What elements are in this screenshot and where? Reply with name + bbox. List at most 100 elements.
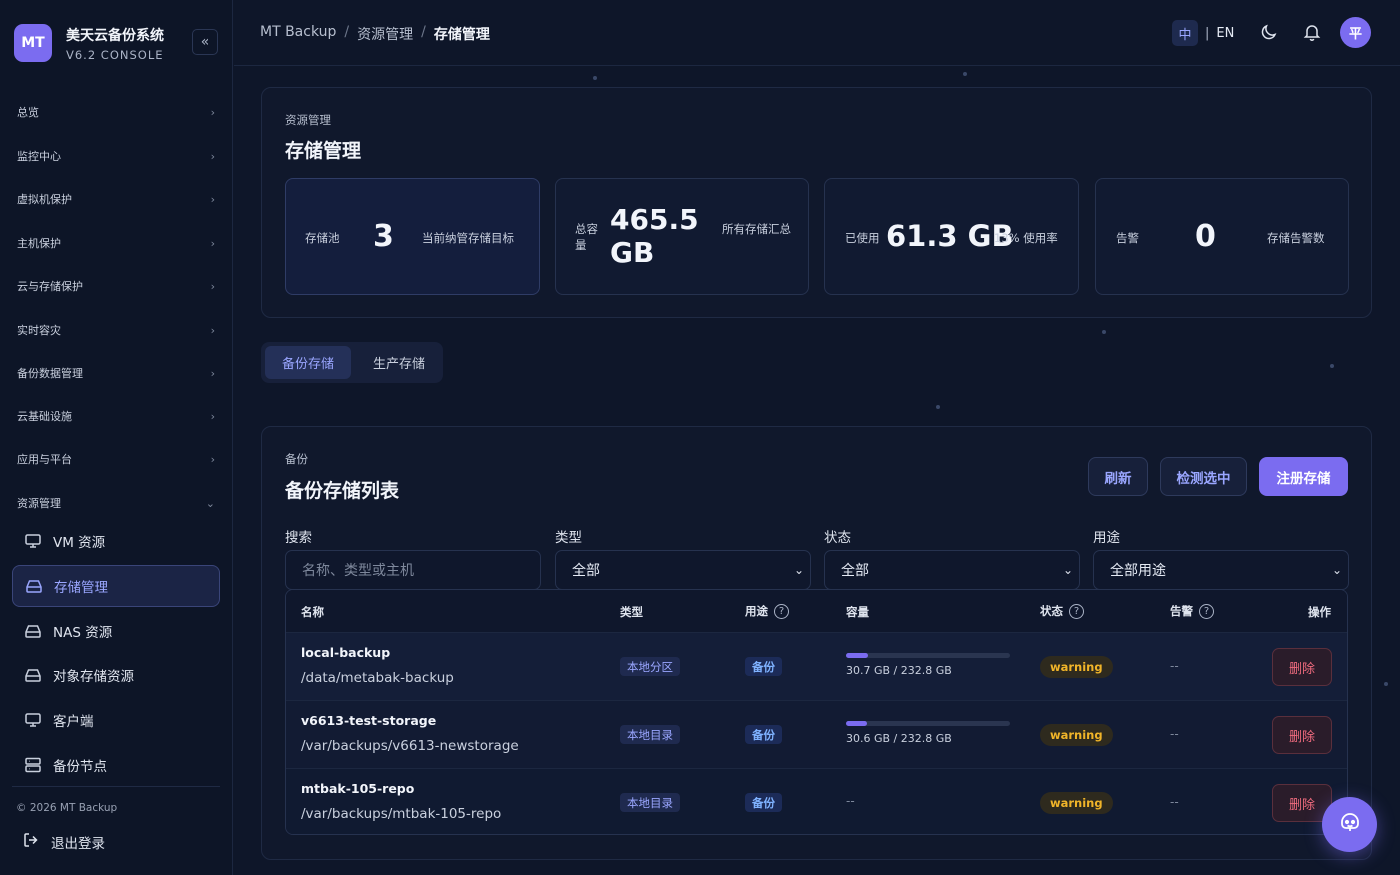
storage-path: /data/metabak-backup (301, 670, 454, 686)
column-name: 名称 (301, 605, 324, 619)
table-header: 名称 类型 用途? 容量 状态? 告警? 操作 (286, 590, 1347, 632)
server-icon (24, 756, 42, 774)
stat-card-pools: 存储池 3 当前纳管存储目标 (285, 178, 540, 295)
storage-name: local-backup (301, 645, 391, 660)
background-dot (1102, 330, 1106, 334)
capacity-bar (846, 653, 1010, 658)
table-row[interactable]: local-backup /data/metabak-backup 本地分区 备… (286, 632, 1347, 700)
nav-group-vm-protect[interactable]: 虚拟机保护 › (17, 187, 215, 211)
help-icon[interactable]: ? (1199, 603, 1214, 619)
sidebar-item-object-storage[interactable]: 对象存储资源 (12, 655, 220, 695)
background-dot (936, 405, 940, 409)
type-select[interactable]: 全部 ⌄ (555, 550, 811, 590)
background-dot (963, 72, 967, 76)
type-badge: 本地目录 (620, 793, 680, 812)
capacity-text: 30.6 GB / 232.8 GB (846, 732, 952, 745)
breadcrumb-resources[interactable]: 资源管理 (357, 24, 413, 44)
storage-tabs: 备份存储 生产存储 (261, 342, 443, 383)
status-filter-label: 状态 (824, 530, 851, 546)
logout-icon (22, 831, 40, 853)
delete-button[interactable]: 删除 (1272, 716, 1332, 754)
alert-value: -- (1170, 795, 1179, 809)
nav-group-backup-data[interactable]: 备份数据管理 › (17, 361, 215, 385)
brand-version: V6.2 CONSOLE (66, 47, 164, 62)
type-badge: 本地目录 (620, 725, 680, 744)
status-select[interactable]: 全部 ⌄ (824, 550, 1080, 590)
language-switch: 中 | EN (1172, 20, 1234, 46)
lang-en-button[interactable]: EN (1216, 26, 1234, 41)
sidebar-item-vm-resources[interactable]: VM 资源 (12, 521, 220, 561)
background-dot (1384, 682, 1388, 686)
chevron-down-icon: ⌄ (1062, 563, 1073, 577)
list-title: 备份存储列表 (285, 480, 400, 502)
status-badge: warning (1040, 656, 1113, 678)
top-header: MT Backup / 资源管理 / 存储管理 中 | EN 平 (234, 0, 1400, 66)
table-row[interactable]: v6613-test-storage /var/backups/v6613-ne… (286, 700, 1347, 768)
storage-name: mtbak-105-repo (301, 781, 415, 796)
stat-value: 0 (1195, 219, 1216, 254)
brand: MT 美天云备份系统 V6.2 CONSOLE (14, 24, 164, 62)
table-row[interactable]: mtbak-105-repo /var/backups/mtbak-105-re… (286, 768, 1347, 834)
capacity-cell: 30.6 GB / 232.8 GB (846, 721, 1010, 745)
column-status: 状态? (1040, 603, 1084, 619)
sidebar-item-clients[interactable]: 客户端 (12, 700, 220, 740)
usage-filter-label: 用途 (1093, 530, 1120, 546)
usage-select[interactable]: 全部用途 ⌄ (1093, 550, 1349, 590)
theme-toggle-moon-icon[interactable] (1259, 22, 1281, 44)
check-selected-button[interactable]: 检测选中 (1160, 457, 1247, 496)
search-input[interactable]: 名称、类型或主机 (285, 550, 541, 590)
chevron-right-icon: › (210, 323, 215, 337)
tab-production-storage[interactable]: 生产存储 (359, 346, 439, 379)
chevron-down-icon: ⌄ (205, 496, 215, 510)
lang-zh-button[interactable]: 中 (1172, 20, 1198, 46)
nav-group-monitor[interactable]: 监控中心 › (17, 144, 215, 168)
status-badge: warning (1040, 792, 1113, 814)
refresh-button[interactable]: 刷新 (1088, 457, 1148, 496)
background-dot (593, 76, 597, 80)
logout-button[interactable]: 退出登录 (22, 831, 105, 853)
sidebar-item-backup-nodes[interactable]: 备份节点 (12, 745, 220, 785)
drive-icon (24, 622, 42, 640)
assistant-button[interactable] (1322, 797, 1377, 852)
assistant-bot-icon (1337, 810, 1363, 840)
delete-button[interactable]: 删除 (1272, 648, 1332, 686)
sidebar-divider (12, 786, 220, 787)
register-storage-button[interactable]: 注册存储 (1259, 457, 1348, 496)
alert-value: -- (1170, 727, 1179, 741)
usage-badge: 备份 (745, 725, 782, 744)
search-label: 搜索 (285, 530, 312, 546)
storage-path: /var/backups/mtbak-105-repo (301, 806, 502, 822)
stat-card-total-capacity: 总容量 465.5 GB 所有存储汇总 (555, 178, 809, 295)
notification-bell-icon[interactable] (1302, 22, 1324, 44)
brand-name: 美天云备份系统 (66, 27, 164, 44)
chevron-right-icon: › (210, 366, 215, 380)
nav-group-cloud-infra[interactable]: 云基础设施 › (17, 404, 215, 428)
nav-group-apps[interactable]: 应用与平台 › (17, 447, 215, 471)
help-icon[interactable]: ? (774, 603, 789, 619)
capacity-text: -- (846, 794, 855, 808)
stat-value: 3 (373, 219, 394, 254)
capacity-bar (846, 721, 1010, 726)
user-avatar[interactable]: 平 (1340, 17, 1371, 48)
section-label: 资源管理 (285, 113, 331, 127)
help-icon[interactable]: ? (1069, 603, 1084, 619)
column-actions: 操作 (1308, 605, 1331, 619)
nav-group-resources[interactable]: 资源管理 ⌄ (17, 491, 215, 515)
nav-group-cloud-storage[interactable]: 云与存储保护 › (17, 274, 215, 298)
nav-group-dr[interactable]: 实时容灾 › (17, 318, 215, 342)
double-chevron-left-icon: « (200, 34, 210, 50)
sidebar-item-storage[interactable]: 存储管理 (12, 565, 220, 607)
brand-logo[interactable]: MT (14, 24, 52, 62)
tab-backup-storage[interactable]: 备份存储 (265, 346, 351, 379)
stat-value: 465.5 GB (610, 203, 699, 269)
column-type: 类型 (620, 605, 643, 619)
nav-group-host-protect[interactable]: 主机保护 › (17, 231, 215, 255)
column-capacity: 容量 (846, 605, 869, 619)
collapse-sidebar-button[interactable]: « (192, 29, 218, 55)
monitor-icon (24, 711, 42, 729)
nav-group-overview[interactable]: 总览 › (17, 100, 215, 124)
breadcrumb-home[interactable]: MT Backup (260, 24, 336, 44)
chevron-down-icon: ⌄ (1331, 563, 1342, 577)
sidebar-item-nas[interactable]: NAS 资源 (12, 611, 220, 651)
storage-path: /var/backups/v6613-newstorage (301, 738, 519, 754)
